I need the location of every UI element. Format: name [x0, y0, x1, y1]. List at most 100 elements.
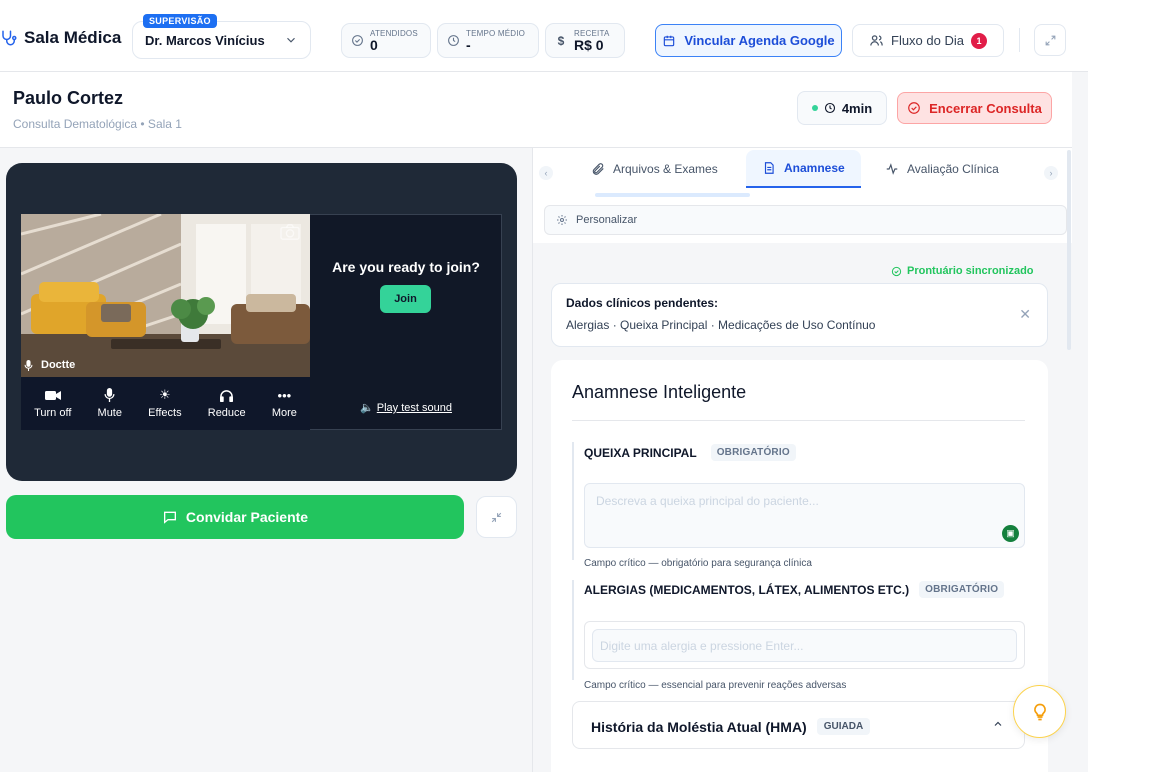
stat-value: 0	[370, 37, 378, 53]
panel-scrollbar[interactable]	[1067, 150, 1071, 350]
camera-preview-image	[21, 214, 310, 377]
field-label-text: QUEIXA PRINCIPAL	[584, 445, 697, 460]
join-button[interactable]: Join	[380, 285, 431, 313]
chat-icon	[163, 511, 176, 524]
hma-title: História da Moléstia Atual (HMA) GUIADA	[591, 718, 871, 735]
tab-label: Arquivos & Exames	[613, 162, 718, 176]
control-label: Reduce	[207, 407, 246, 419]
lightbulb-icon	[1033, 703, 1046, 720]
pending-items: Alergias · Queixa Principal · Medicações…	[566, 318, 876, 332]
gear-icon	[557, 215, 567, 225]
pending-title: Dados clínicos pendentes:	[566, 296, 719, 310]
stat-revenue: $ RECEITA R$ 0	[545, 23, 625, 58]
google-button-label: Vincular Agenda Google	[684, 33, 835, 48]
chief-complaint-hint: Campo crítico — obrigatório para seguran…	[584, 558, 812, 569]
guided-badge: GUIADA	[816, 718, 871, 735]
textarea-placeholder: Descreva a queixa principal do paciente.…	[596, 494, 819, 508]
control-label: Turn off	[34, 407, 72, 419]
more-options-button[interactable]: ••• More	[271, 387, 297, 420]
allergies-label: ALERGIAS (MEDICAMENTOS, LÁTEX, ALIMENTOS…	[584, 581, 1005, 598]
stat-attended: ATENDIDOS 0	[341, 23, 431, 58]
invite-patient-button[interactable]: Convidar Paciente	[6, 495, 464, 539]
headphones-icon	[219, 388, 234, 402]
chevron-down-icon	[287, 37, 295, 43]
tab-scroll-left-icon[interactable]: ‹	[539, 166, 553, 180]
tab-label: Anamnese	[784, 161, 845, 175]
required-badge: OBRIGATÓRIO	[710, 444, 796, 461]
stat-label: TEMPO MÉDIO	[466, 29, 526, 38]
chief-complaint-textarea[interactable]: Descreva a queixa principal do paciente.…	[584, 483, 1025, 548]
tab-bar: ‹ Arquivos & Exames Anamnese Avaliação C…	[533, 148, 1072, 198]
clock-icon	[824, 102, 835, 114]
personalize-button[interactable]: Personalizar	[544, 205, 1067, 235]
link-google-calendar-button[interactable]: Vincular Agenda Google	[655, 24, 842, 57]
tab-scroll-right-icon[interactable]: ›	[1044, 166, 1058, 180]
divider	[1019, 28, 1020, 52]
divider	[572, 420, 1025, 421]
sync-status: Prontuário sincronizado	[891, 265, 1034, 277]
check-circle-icon	[350, 34, 364, 48]
room-illustration	[21, 214, 310, 377]
top-bar: Sala Médica Dr. Marcos Vinícius SUPERVIS…	[0, 0, 1088, 72]
turn-off-camera-button[interactable]: Turn off	[34, 388, 71, 419]
tips-button[interactable]	[1013, 685, 1066, 738]
live-dot-icon	[811, 105, 818, 111]
tab-files-exams[interactable]: Arquivos & Exames	[591, 150, 718, 188]
patient-name: Paulo Cortez	[13, 88, 124, 108]
anamnesis-form: Anamnese Inteligente QUEIXA PRINCIPAL OB…	[551, 360, 1048, 772]
pending-data-alert: Dados clínicos pendentes: Alergias · Que…	[551, 283, 1048, 347]
brand: Sala Médica	[0, 28, 121, 48]
close-icon[interactable]: ✕	[1019, 306, 1031, 323]
calendar-icon	[664, 35, 675, 46]
pulse-icon	[886, 163, 898, 175]
patient-header: Paulo Cortez Consulta Dematológica • Sal…	[0, 72, 1072, 148]
hma-section-header[interactable]: História da Moléstia Atual (HMA) GUIADA	[572, 701, 1025, 749]
play-test-sound-link[interactable]: 🔈 Play test sound	[310, 401, 502, 414]
camera-icon	[44, 388, 61, 402]
daily-flow-button[interactable]: Fluxo do Dia 1	[852, 24, 1004, 57]
tab-clinical-evaluation[interactable]: Avaliação Clínica	[885, 150, 999, 188]
flow-button-label: Fluxo do Dia	[891, 33, 964, 48]
personalize-label: Personalizar	[576, 214, 638, 226]
field-label-text: ALERGIAS (MEDICAMENTOS, LÁTEX, ALIMENTOS…	[584, 582, 910, 597]
sparkle-icon: ☀	[159, 387, 171, 402]
end-consultation-button[interactable]: Encerrar Consulta	[897, 92, 1052, 124]
participant-name: Doctte	[41, 359, 76, 371]
effects-button[interactable]: ☀ Effects	[148, 387, 181, 419]
allergies-hint: Campo crítico — essencial para prevenir …	[584, 680, 847, 691]
sync-label: Prontuário sincronizado	[907, 265, 1034, 277]
preview-controls: Turn off Mute ☀ Effects Reduce ••• More	[21, 377, 310, 430]
assistant-icon[interactable]: ▣	[1002, 525, 1019, 542]
timer-value: 4min	[841, 100, 873, 116]
users-icon	[870, 35, 883, 46]
reduce-noise-button[interactable]: Reduce	[208, 388, 246, 419]
stat-value: -	[466, 37, 471, 53]
fullscreen-button[interactable]	[1034, 24, 1066, 56]
input-placeholder: Digite uma alergia e pressione Enter...	[600, 639, 804, 653]
expand-icon	[1045, 35, 1055, 45]
control-label: More	[271, 407, 297, 419]
allergies-input[interactable]: Digite uma alergia e pressione Enter...	[592, 629, 1017, 662]
mic-icon	[24, 359, 33, 371]
collapse-icon	[491, 512, 502, 522]
chief-complaint-label: QUEIXA PRINCIPAL OBRIGATÓRIO	[584, 444, 796, 461]
required-badge: OBRIGATÓRIO	[919, 581, 1005, 598]
paperclip-icon	[592, 163, 604, 175]
brand-title: Sala Médica	[24, 28, 122, 47]
clinical-panel: ‹ Arquivos & Exames Anamnese Avaliação C…	[532, 148, 1072, 772]
end-button-label: Encerrar Consulta	[929, 100, 1042, 116]
field-accent	[572, 442, 574, 560]
check-circle-icon	[891, 266, 902, 276]
camera-off-icon	[280, 224, 300, 240]
hma-title-text: História da Moléstia Atual (HMA)	[591, 718, 807, 735]
test-sound-label: Play test sound	[376, 402, 452, 414]
control-label: Mute	[97, 407, 122, 419]
field-accent	[572, 580, 574, 680]
minimize-video-button[interactable]	[476, 496, 517, 538]
mute-button[interactable]: Mute	[98, 388, 122, 419]
more-icon: •••	[277, 387, 292, 403]
tab-anamnesis[interactable]: Anamnese	[746, 150, 861, 188]
document-icon	[764, 162, 774, 174]
stethoscope-icon	[2, 30, 17, 46]
speaker-icon: 🔈	[360, 402, 374, 414]
